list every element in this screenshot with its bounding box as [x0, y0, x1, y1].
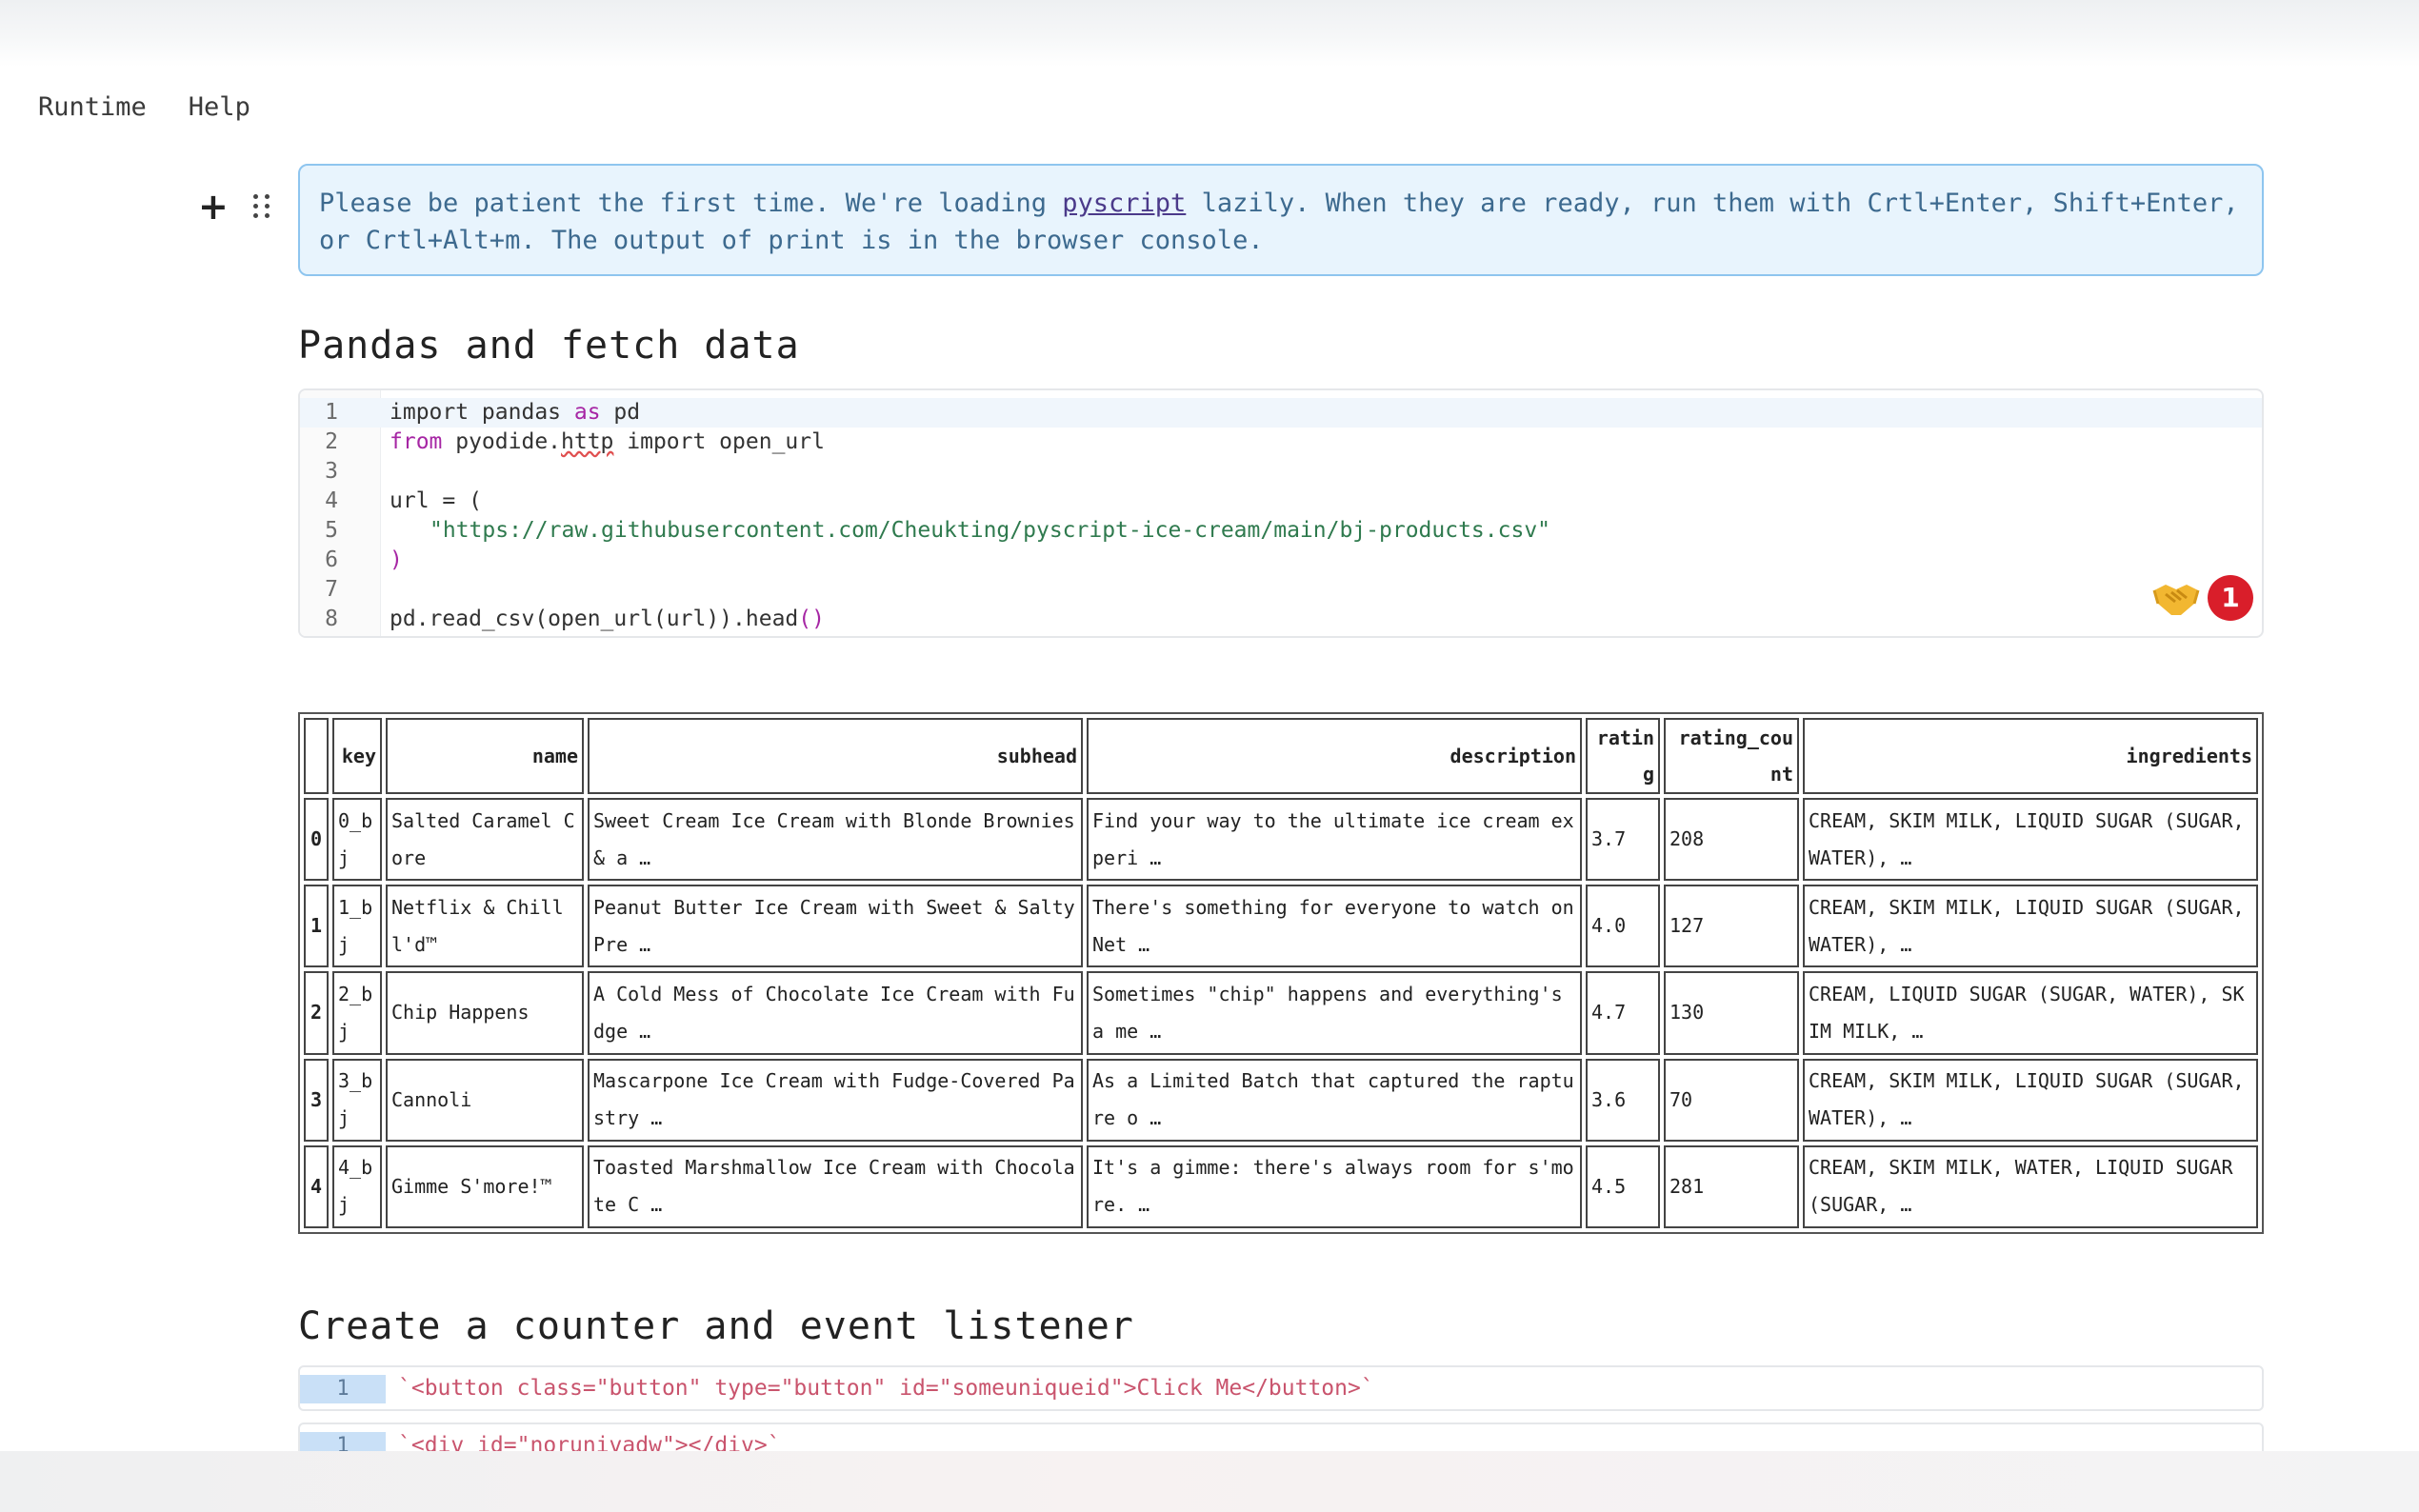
header-subhead: subhead: [588, 718, 1083, 794]
section-heading-counter: Create a counter and event listener: [298, 1304, 1134, 1348]
menu-runtime[interactable]: Runtime: [38, 89, 147, 127]
cell-index: 1: [304, 885, 329, 968]
cell-description: There's something for everyone to watch …: [1087, 885, 1582, 968]
cell-ingredients: CREAM, SKIM MILK, WATER, LIQUID SUGAR (S…: [1803, 1144, 2258, 1228]
line-number: 1: [325, 400, 338, 425]
code-line-4: url = (: [390, 488, 482, 513]
header-key: key: [332, 718, 382, 794]
table-row: 1 1_b j Netflix & Chilll'd™ Peanut Butte…: [304, 885, 2258, 968]
code-line-8: pd.read_csv(open_url(url)).head(): [390, 607, 825, 631]
table-row: 4 4_b j Gimme S'more!™ Toasted Marshmall…: [304, 1144, 2258, 1228]
table-row: 0 0_b j Salted Caramel Core Sweet Cream …: [304, 798, 2258, 882]
line-number: 7: [325, 577, 338, 602]
code-text: `<button class="button" type="button" id…: [398, 1376, 1374, 1401]
cell-ingredients: CREAM, SKIM MILK, LIQUID SUGAR (SUGAR, W…: [1803, 1058, 2258, 1142]
cell-rating-count: 208: [1664, 798, 1799, 882]
cell-index: 3: [304, 1058, 329, 1142]
cell-subhead: Sweet Cream Ice Cream with Blonde Browni…: [588, 798, 1083, 882]
cell-subhead: Peanut Butter Ice Cream with Sweet & Sal…: [588, 885, 1083, 968]
line-number: 3: [325, 459, 338, 484]
header-description: description: [1087, 718, 1582, 794]
cell-subhead: Mascarpone Ice Cream with Fudge-Covered …: [588, 1058, 1083, 1142]
notification-badge[interactable]: 1: [2208, 575, 2253, 621]
code-line-5: "https://raw.githubusercontent.com/Cheuk…: [430, 518, 1551, 543]
cell-rating-count: 127: [1664, 885, 1799, 968]
cell-index: 2: [304, 971, 329, 1055]
drag-handle-icon[interactable]: [252, 194, 272, 219]
cell-key: 3_b j: [332, 1058, 382, 1142]
top-fade: [0, 0, 2419, 67]
notice-text-before: Please be patient the first time. We're …: [319, 189, 1063, 218]
cell-index: 4: [304, 1144, 329, 1228]
cell-name: Cannoli: [386, 1058, 584, 1142]
code-editor[interactable]: 1 import pandas as pd 2 from pyodide.htt…: [298, 388, 2264, 638]
cell-rating-count: 130: [1664, 971, 1799, 1055]
add-cell-icon[interactable]: +: [198, 189, 229, 225]
handshake-icon[interactable]: [2152, 577, 2200, 619]
header-name: name: [386, 718, 584, 794]
cell-rating: 4.0: [1586, 885, 1660, 968]
code-cell-button[interactable]: 1 `<button class="button" type="button" …: [298, 1365, 2264, 1411]
cell-subhead: A Cold Mess of Chocolate Ice Cream with …: [588, 971, 1083, 1055]
cell-rating: 3.7: [1586, 798, 1660, 882]
cell-name: Gimme S'more!™: [386, 1144, 584, 1228]
cell-description: Sometimes "chip" happens and everything'…: [1087, 971, 1582, 1055]
cell-description: As a Limited Batch that captured the rap…: [1087, 1058, 1582, 1142]
table-row: 3 3_b j Cannoli Mascarpone Ice Cream wit…: [304, 1058, 2258, 1142]
info-notice: Please be patient the first time. We're …: [298, 164, 2264, 276]
code-line-2: from pyodide.http import open_url: [390, 429, 825, 454]
line-number: 4: [325, 488, 338, 513]
table-header-row: key name subhead description ratin g rat…: [304, 718, 2258, 794]
cell-ingredients: CREAM, LIQUID SUGAR (SUGAR, WATER), SKIM…: [1803, 971, 2258, 1055]
cell-rating: 4.7: [1586, 971, 1660, 1055]
cell-rating: 3.6: [1586, 1058, 1660, 1142]
cell-key: 2_b j: [332, 971, 382, 1055]
cell-rating-count: 281: [1664, 1144, 1799, 1228]
cell-name: Netflix & Chilll'd™: [386, 885, 584, 968]
dataframe-output: key name subhead description ratin g rat…: [298, 712, 2264, 1234]
pyscript-link[interactable]: pyscript: [1062, 189, 1186, 218]
code-line-1: import pandas as pd: [390, 400, 641, 425]
table-row: 2 2_b j Chip Happens A Cold Mess of Choc…: [304, 971, 2258, 1055]
menu-help[interactable]: Help: [189, 89, 250, 127]
header-rating: ratin g: [1586, 718, 1660, 794]
code-line-6: ): [390, 547, 403, 572]
cell-rating-count: 70: [1664, 1058, 1799, 1142]
cell-description: Find your way to the ultimate ice cream …: [1087, 798, 1582, 882]
menu-bar: Runtime Help: [38, 89, 250, 127]
header-index: [304, 718, 329, 794]
line-number: 5: [325, 518, 338, 543]
line-number: 1: [300, 1375, 386, 1403]
bottom-fade: [0, 1451, 2419, 1512]
cell-ingredients: CREAM, SKIM MILK, LIQUID SUGAR (SUGAR, W…: [1803, 885, 2258, 968]
cell-key: 4_b j: [332, 1144, 382, 1228]
header-rating-count: rating_cou nt: [1664, 718, 1799, 794]
cell-name: Salted Caramel Core: [386, 798, 584, 882]
cell-description: It's a gimme: there's always room for s'…: [1087, 1144, 1582, 1228]
header-ingredients: ingredients: [1803, 718, 2258, 794]
line-number: 6: [325, 547, 338, 572]
cell-key: 1_b j: [332, 885, 382, 968]
cell-key: 0_b j: [332, 798, 382, 882]
cell-subhead: Toasted Marshmallow Ice Cream with Choco…: [588, 1144, 1083, 1228]
cell-rating: 4.5: [1586, 1144, 1660, 1228]
dataframe-table: key name subhead description ratin g rat…: [300, 714, 2262, 1232]
line-number: 8: [325, 607, 338, 631]
cell-ingredients: CREAM, SKIM MILK, LIQUID SUGAR (SUGAR, W…: [1803, 798, 2258, 882]
cell-name: Chip Happens: [386, 971, 584, 1055]
cell-toolbar: +: [198, 189, 272, 225]
line-number: 2: [325, 429, 338, 454]
section-heading-pandas: Pandas and fetch data: [298, 324, 800, 368]
cell-index: 0: [304, 798, 329, 882]
